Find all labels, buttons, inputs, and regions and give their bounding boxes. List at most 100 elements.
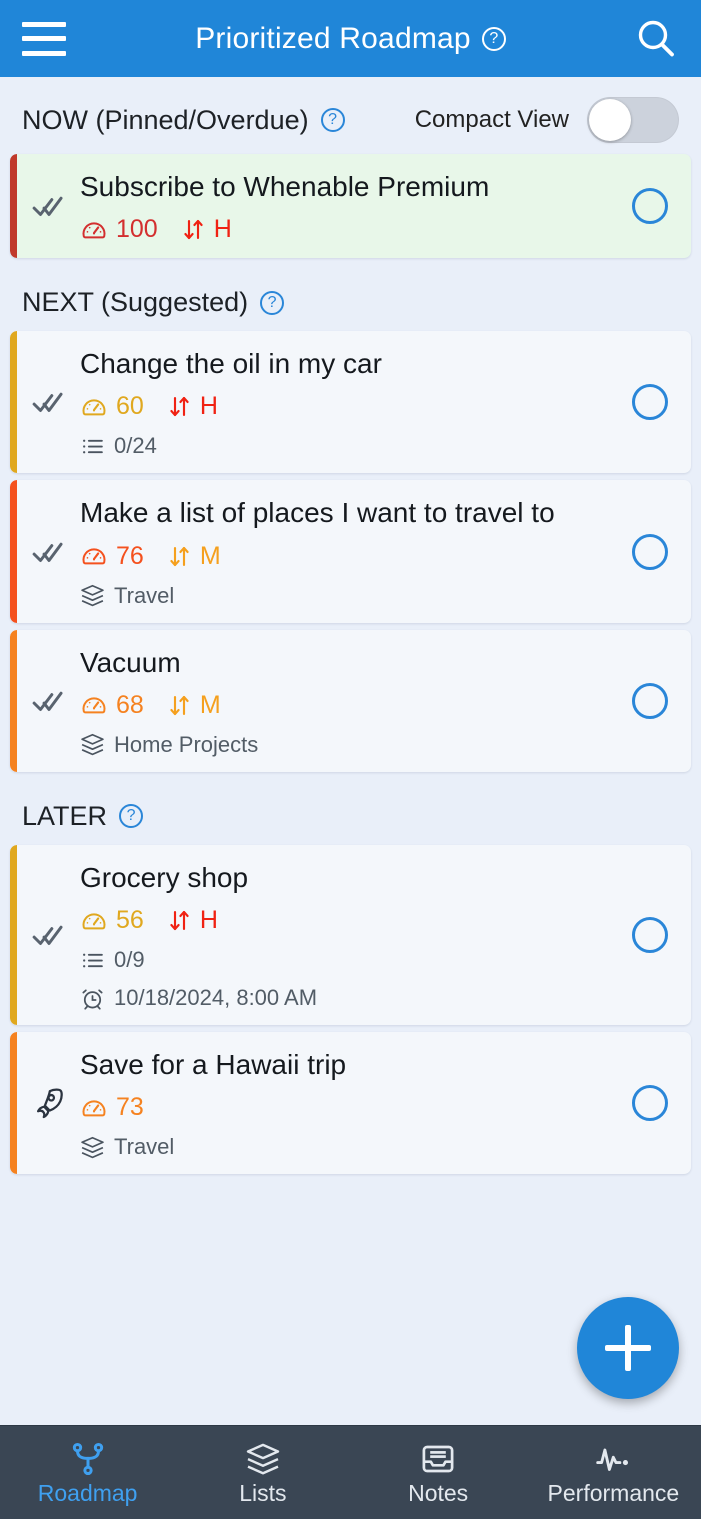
checklist-icon (80, 948, 105, 973)
double-check-icon (32, 918, 66, 952)
task-priority-letter: M (199, 690, 221, 719)
stack-icon (80, 583, 105, 608)
hamburger-bar (22, 36, 66, 41)
task-priority-letter: M (199, 541, 221, 570)
task-score-value: 68 (116, 690, 144, 719)
nav-item-notes[interactable]: Notes (351, 1441, 526, 1505)
toggle-knob (589, 99, 631, 141)
pulse-activity-icon (595, 1441, 631, 1477)
task-sub-meta-text: 0/9 (114, 947, 145, 973)
task-body: Make a list of places I want to travel t… (80, 480, 609, 622)
task-complete-slot[interactable] (609, 480, 691, 622)
task-card[interactable]: Subscribe to Whenable Premium 100 H (10, 154, 691, 259)
task-complete-slot[interactable] (609, 154, 691, 258)
search-icon[interactable] (633, 16, 679, 62)
priority-arrows-icon (166, 393, 193, 420)
compact-view-label: Compact View (414, 106, 569, 133)
task-card[interactable]: Vacuum 68 M Home Projects (10, 629, 691, 772)
task-priority-badge: H (180, 215, 232, 244)
section-title-next: NEXT (Suggested) (22, 287, 249, 318)
nav-item-label: Notes (408, 1479, 469, 1506)
task-priority-score: 76 (80, 542, 144, 571)
task-sub-meta: 0/24 (80, 433, 609, 459)
checklist-icon (80, 434, 105, 459)
task-status-icon-slot[interactable] (17, 480, 80, 622)
task-priority-letter: H (199, 906, 218, 935)
task-priority-score: 68 (80, 691, 144, 720)
help-circle-icon[interactable]: ? (320, 108, 345, 132)
gauge-icon (80, 691, 108, 719)
task-complete-slot[interactable] (609, 331, 691, 473)
later-task-list: Grocery shop 56 H 0/9 10/18/2024, 8:00 A… (0, 844, 701, 1175)
task-title: Vacuum (80, 646, 181, 678)
task-card[interactable]: Grocery shop 56 H 0/9 10/18/2024, 8:00 A… (10, 844, 691, 1026)
nav-item-lists[interactable]: Lists (175, 1441, 350, 1505)
task-sub-meta-text: 0/24 (114, 433, 157, 459)
task-priority-badge: M (166, 542, 221, 571)
task-complete-checkbox[interactable] (632, 384, 668, 421)
task-card[interactable]: Change the oil in my car 60 H 0/24 (10, 331, 691, 474)
task-complete-checkbox[interactable] (632, 682, 668, 719)
task-body: Grocery shop 56 H 0/9 10/18/2024, 8:00 A… (80, 845, 609, 1025)
help-circle-icon[interactable]: ? (481, 26, 506, 51)
task-sub-meta: Travel (80, 1134, 609, 1160)
task-complete-slot[interactable] (609, 1032, 691, 1174)
gauge-icon (80, 907, 108, 935)
task-status-icon-slot[interactable] (17, 630, 80, 772)
nav-item-roadmap[interactable]: Roadmap (0, 1441, 175, 1505)
task-accent-bar (10, 154, 17, 259)
priority-arrows-icon (166, 907, 193, 934)
compact-view-toggle[interactable] (587, 97, 679, 143)
task-sub-meta-text: Travel (114, 582, 175, 608)
app-bar-title-group: Prioritized Roadmap ? (0, 0, 701, 77)
help-circle-icon[interactable]: ? (119, 804, 144, 829)
add-task-button[interactable] (577, 1297, 679, 1399)
task-complete-checkbox[interactable] (632, 533, 668, 570)
help-circle-icon[interactable]: ? (260, 290, 285, 315)
task-status-icon-slot[interactable] (17, 1032, 80, 1174)
section-title-later: LATER (22, 800, 108, 831)
task-meta-row: 56 H (80, 906, 609, 935)
task-complete-checkbox[interactable] (632, 188, 668, 225)
nav-item-performance[interactable]: Performance (526, 1441, 701, 1505)
task-sub-meta: Travel (80, 583, 609, 609)
task-complete-slot[interactable] (609, 630, 691, 772)
task-priority-letter: H (199, 392, 218, 421)
nav-item-label: Lists (239, 1479, 287, 1506)
nav-item-label: Roadmap (37, 1479, 138, 1506)
now-task-list: Subscribe to Whenable Premium 100 H (0, 154, 701, 259)
task-body: Subscribe to Whenable Premium 100 H (80, 154, 609, 258)
later-section-header-row: LATER ? (0, 779, 701, 838)
task-complete-slot[interactable] (609, 845, 691, 1025)
task-accent-bar (10, 331, 17, 474)
task-accent-bar (10, 480, 17, 623)
page-title: Prioritized Roadmap (195, 21, 471, 55)
task-meta-row: 60 H (80, 392, 609, 421)
task-complete-checkbox[interactable] (632, 917, 668, 954)
task-card[interactable]: Save for a Hawaii trip 73 Travel (10, 1032, 691, 1175)
task-complete-checkbox[interactable] (632, 1085, 668, 1122)
gauge-icon (80, 1094, 108, 1122)
task-priority-score: 100 (80, 215, 158, 244)
double-check-icon (32, 535, 66, 569)
task-meta-row: 73 (80, 1093, 609, 1122)
task-sub-meta-text: Travel (114, 1134, 175, 1160)
task-sub-meta: 10/18/2024, 8:00 AM (80, 985, 609, 1011)
task-title: Grocery shop (80, 861, 249, 893)
nav-item-label: Performance (547, 1479, 680, 1506)
task-priority-badge: H (166, 392, 218, 421)
task-priority-badge: H (166, 906, 218, 935)
stack-icon (80, 732, 105, 757)
task-score-value: 76 (116, 541, 144, 570)
task-score-value: 60 (116, 392, 144, 421)
roadmap-scroll-area[interactable]: NOW (Pinned/Overdue) ? Compact View Subs… (0, 77, 701, 1425)
hamburger-menu-icon[interactable] (22, 21, 66, 56)
task-status-icon-slot[interactable] (17, 845, 80, 1025)
hamburger-bar (22, 50, 66, 56)
task-status-icon-slot[interactable] (17, 331, 80, 473)
task-status-icon-slot[interactable] (17, 154, 80, 258)
task-score-value: 73 (116, 1093, 144, 1122)
now-section-header-row: NOW (Pinned/Overdue) ? Compact View (0, 77, 701, 147)
task-meta-row: 100 H (80, 215, 609, 244)
task-card[interactable]: Make a list of places I want to travel t… (10, 480, 691, 623)
